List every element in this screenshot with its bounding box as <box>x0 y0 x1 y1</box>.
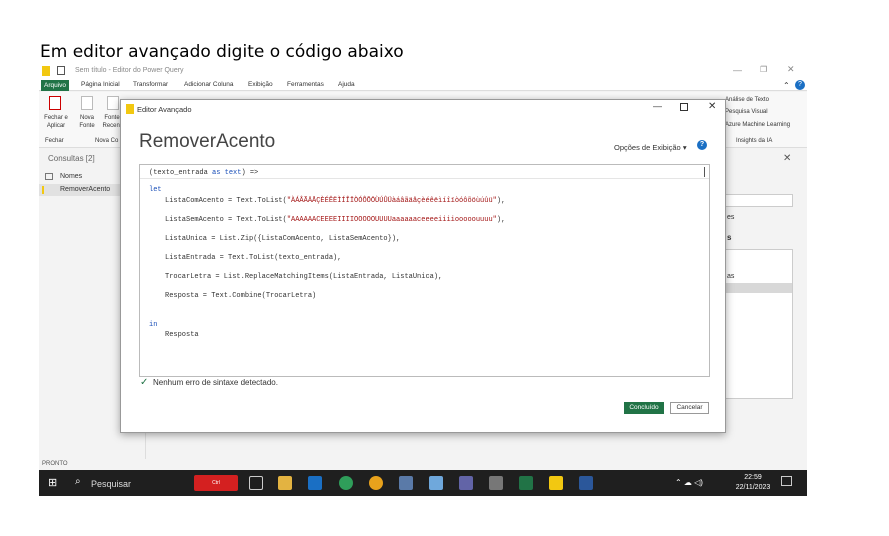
code-result: Resposta <box>165 331 199 339</box>
code-l2-b: ), <box>496 216 506 224</box>
dialog-maximize-icon[interactable] <box>680 103 688 111</box>
visual-search-button[interactable]: Pesquisa Visual <box>725 108 768 116</box>
azure-ml-button[interactable]: Azure Machine Learning <box>725 121 790 129</box>
code-line-4: ListaEntrada = Text.ToList(texto_entrada… <box>165 254 342 262</box>
code-arrow: ) => <box>241 169 259 177</box>
chevron-down-icon: ▾ <box>682 143 687 152</box>
queries-header: Consultas [2] <box>48 154 95 163</box>
clock-time[interactable]: 22:59 <box>733 474 773 481</box>
edge-icon[interactable] <box>339 476 353 490</box>
dialog-help-icon[interactable]: ? <box>697 140 707 150</box>
code-line-5: TrocarLetra = List.ReplaceMatchingItems(… <box>165 273 443 281</box>
code-line-3: ListaUnica = List.Zip({ListaComAcento, L… <box>165 235 401 243</box>
dialog-minimize-icon[interactable]: — <box>653 101 662 111</box>
close-apply-button[interactable]: Fechar e Aplicar <box>41 114 71 130</box>
save-icon[interactable] <box>57 66 65 75</box>
task-view-icon[interactable] <box>249 476 263 490</box>
current-line-divider <box>140 178 709 179</box>
code-line-signature: (texto_entrada as text) => <box>149 169 258 177</box>
advanced-editor-dialog: Editor Avançado — ✕ RemoverAcento Opções… <box>120 99 726 433</box>
minimize-icon[interactable]: — <box>733 65 742 75</box>
syntax-status: Nenhum erro de sintaxe detectado. <box>153 378 278 387</box>
group-close-label: Fechar <box>45 138 64 144</box>
query-item-nomes[interactable]: Nomes <box>60 173 82 180</box>
power-bi-icon[interactable] <box>549 476 563 490</box>
powerbi-logo-icon <box>42 66 50 76</box>
teams-icon[interactable] <box>459 476 473 490</box>
query-name-heading: RemoverAcento <box>139 131 276 152</box>
steps-item-fragment: as <box>727 273 735 280</box>
code-l2-string: "AAAAAACEEEEIIIIOOOOOUUUUaaaaaaceeeeiiii… <box>286 216 497 224</box>
tray-icons[interactable]: ⌃ ☁ ◁) <box>675 478 703 487</box>
maximize-icon[interactable]: ❐ <box>760 65 767 74</box>
status-bar: PRONTO <box>39 459 807 470</box>
table-icon <box>45 173 53 180</box>
outlook-icon[interactable] <box>308 476 322 490</box>
code-l2-a: ListaSemAcento = Text.ToList( <box>165 216 287 224</box>
code-l1-a: ListaComAcento = Text.ToList( <box>165 197 287 205</box>
code-param: (texto_entrada <box>149 169 213 177</box>
ctrl-badge: Ctrl <box>194 475 238 491</box>
window-titlebar: Sem título - Editor do Power Query — ❐ ✕ <box>39 63 807 80</box>
cancel-button[interactable]: Cancelar <box>670 402 709 414</box>
dialog-app-icon <box>126 104 134 114</box>
sticky-app-icon[interactable] <box>429 476 443 490</box>
clock-date[interactable]: 22/11/2023 <box>729 484 777 491</box>
display-options-label: Opções de Exibição <box>614 143 681 152</box>
close-icon[interactable]: ✕ <box>787 64 795 75</box>
taskbar-search-label: Pesquisar <box>91 479 132 489</box>
menu-pagina-inicial[interactable]: Página Inicial <box>81 81 120 88</box>
code-kw-text: text <box>224 169 242 177</box>
code-l1-string: "ÀÁÂÃÄÅÇÈÉÊËÌÍÎÏÒÓÔÕÖÙÚÛÜàáâãäåçèéêëìíîï… <box>286 197 497 205</box>
text-analysis-button[interactable]: Análise de Texto <box>725 96 769 104</box>
properties-fragment: es <box>727 214 735 221</box>
code-editor[interactable]: (texto_entrada as text) => let ListaComA… <box>139 164 710 377</box>
menu-exibicao[interactable]: Exibição <box>248 81 273 88</box>
code-l1-b: ), <box>496 197 506 205</box>
menu-transformar[interactable]: Transformar <box>133 81 168 88</box>
code-line-6: Resposta = Text.Combine(TrocarLetra) <box>165 292 317 300</box>
dialog-close-icon[interactable]: ✕ <box>708 101 716 112</box>
text-cursor <box>704 167 705 177</box>
slide-title: Em editor avançado digite o código abaix… <box>40 42 404 62</box>
chrome-icon[interactable] <box>369 476 383 490</box>
code-in: in <box>149 321 158 329</box>
collapse-ribbon-icon[interactable]: ⌃ <box>783 81 790 90</box>
code-let: let <box>149 186 162 194</box>
menu-adicionar-coluna[interactable]: Adicionar Coluna <box>184 81 234 88</box>
menu-arquivo[interactable]: Arquivo <box>41 80 70 91</box>
query-item-removeracento[interactable]: RemoverAcento <box>60 186 110 193</box>
file-explorer-icon[interactable] <box>278 476 292 490</box>
recent-source-icon <box>107 96 119 110</box>
word-icon[interactable] <box>579 476 593 490</box>
calculator-icon[interactable] <box>489 476 503 490</box>
windows-taskbar: ⊞ ⌕ Pesquisar Ctrl ⌃ ☁ ◁) 22:59 22/11/20… <box>39 470 807 496</box>
window-title: Sem título - Editor do Power Query <box>75 67 184 74</box>
display-options-dropdown[interactable]: Opções de Exibição ▾ <box>614 143 687 152</box>
windows-start-icon[interactable]: ⊞ <box>48 478 59 489</box>
taskbar-search-box[interactable]: ⌕ Pesquisar <box>73 474 191 493</box>
steps-fragment: s <box>727 233 732 242</box>
menu-ferramentas[interactable]: Ferramentas <box>287 81 324 88</box>
new-source-button[interactable]: Nova Fonte <box>75 114 99 130</box>
excel-icon[interactable] <box>519 476 533 490</box>
new-source-icon <box>81 96 93 110</box>
group-new-label: Nova Co <box>95 138 119 144</box>
status-text: PRONTO <box>42 461 68 467</box>
dialog-title: Editor Avançado <box>137 105 192 114</box>
help-icon[interactable]: ? <box>795 80 805 90</box>
warning-marker-icon <box>42 186 44 194</box>
close-settings-icon[interactable]: ✕ <box>783 153 791 164</box>
check-icon: ✓ <box>140 377 149 388</box>
menu-bar: Arquivo Página Inicial Transformar Adici… <box>39 80 807 91</box>
close-apply-icon <box>49 96 61 110</box>
code-line-1: ListaComAcento = Text.ToList("ÀÁÂÃÄÅÇÈÉÊ… <box>165 197 505 205</box>
search-icon: ⌕ <box>75 476 81 487</box>
snipping-tool-icon[interactable] <box>399 476 413 490</box>
code-line-2: ListaSemAcento = Text.ToList("AAAAAACEEE… <box>165 216 505 224</box>
notifications-icon[interactable] <box>781 476 792 486</box>
menu-ajuda[interactable]: Ajuda <box>338 81 355 88</box>
done-button[interactable]: Concluído <box>624 402 664 414</box>
insights-group-label: Insights da IA <box>736 138 773 144</box>
